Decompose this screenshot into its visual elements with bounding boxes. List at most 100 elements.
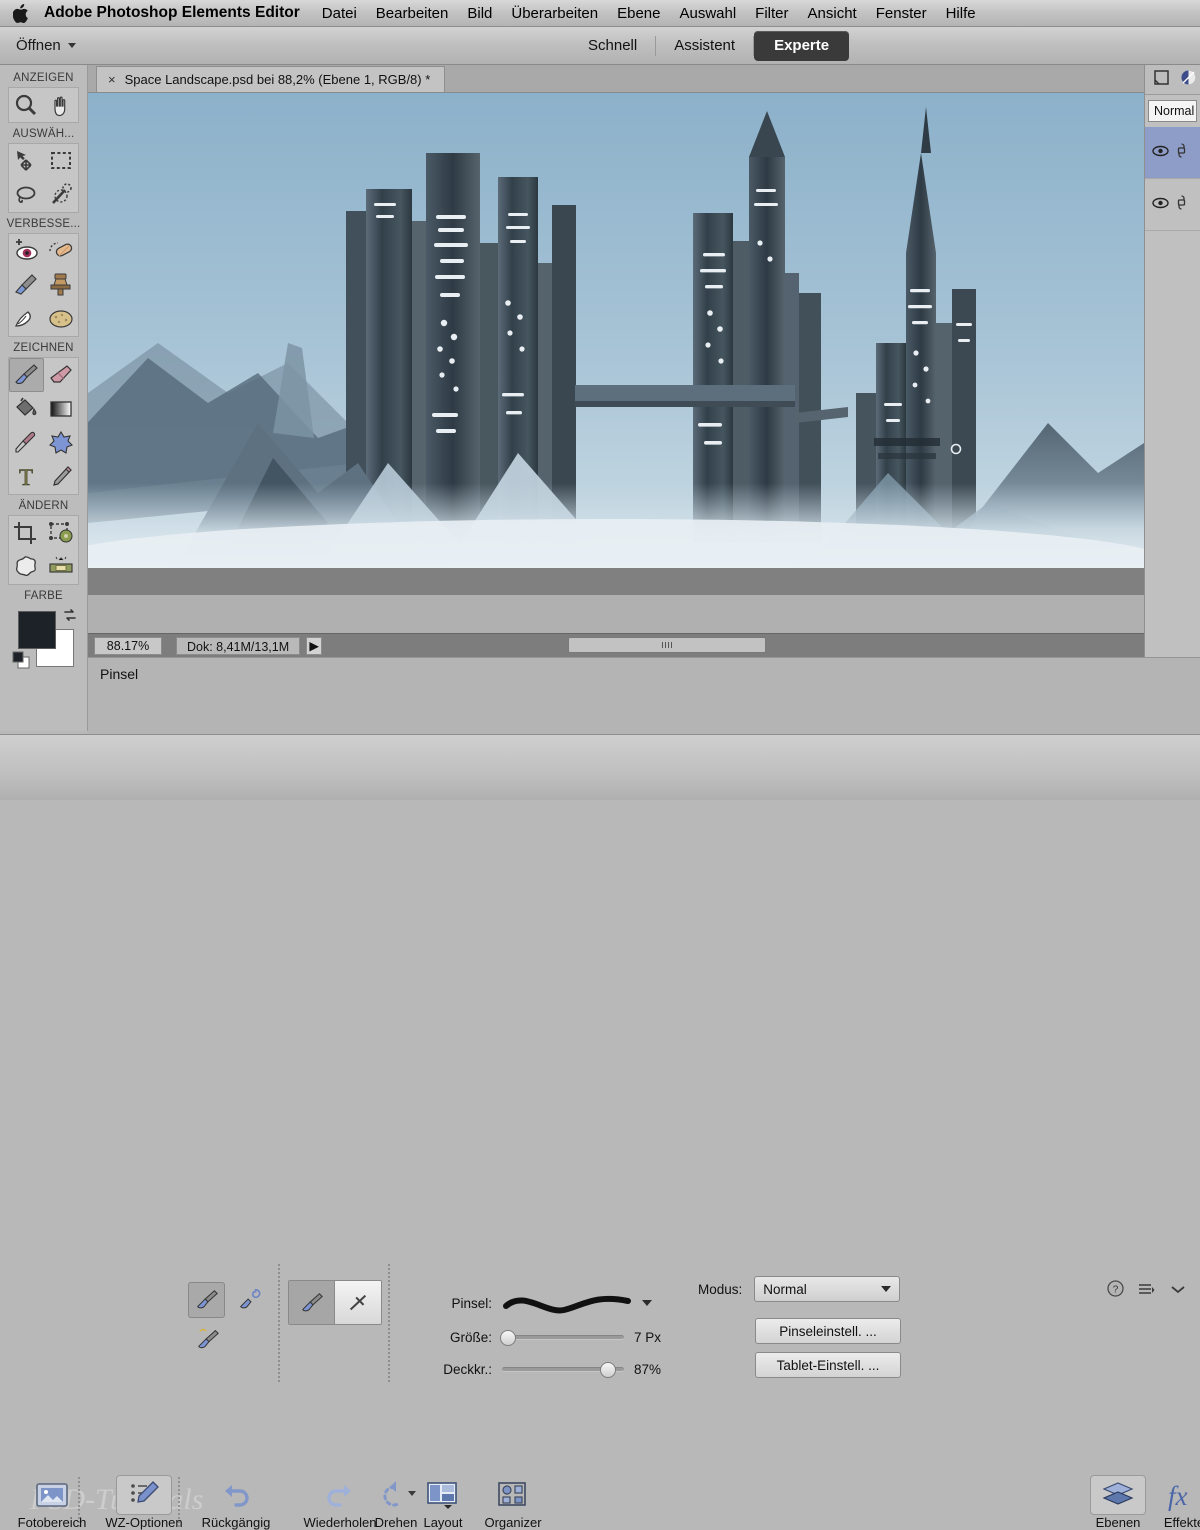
- blur-tool[interactable]: [9, 302, 44, 336]
- eyedropper-tool[interactable]: [9, 426, 44, 460]
- link-icon[interactable]: [1176, 142, 1187, 163]
- canvas-viewport[interactable]: [88, 93, 1144, 595]
- menu-auswahl[interactable]: Auswahl: [679, 5, 736, 22]
- status-expand-arrow-icon[interactable]: ▶: [306, 636, 323, 655]
- airbrush-mode-button[interactable]: [335, 1281, 381, 1324]
- taskbar-item-rueckgaengig[interactable]: Rückgängig: [186, 1475, 286, 1530]
- menu-ebene[interactable]: Ebene: [617, 5, 660, 22]
- taskbar-label: Effekte: [1163, 1515, 1200, 1530]
- close-icon[interactable]: ×: [108, 73, 116, 86]
- layer-row[interactable]: [1145, 179, 1200, 231]
- tab-experte[interactable]: Experte: [754, 31, 850, 61]
- eye-icon[interactable]: [1152, 196, 1169, 214]
- taskbar-item-organizer[interactable]: Organizer: [474, 1475, 552, 1530]
- recompose-tool[interactable]: [44, 516, 79, 550]
- default-colors-icon[interactable]: [12, 651, 32, 671]
- taskbar-label: Layout: [423, 1515, 463, 1530]
- menu-datei[interactable]: Datei: [322, 5, 357, 22]
- gradient-tool[interactable]: [44, 392, 79, 426]
- brush-stroke-preview[interactable]: [502, 1290, 632, 1316]
- zoom-tool[interactable]: [9, 88, 44, 122]
- open-button[interactable]: Öffnen: [16, 37, 76, 54]
- apple-logo-icon[interactable]: [12, 3, 30, 23]
- document-area: × Space Landscape.psd bei 88,2% (Ebene 1…: [88, 65, 1144, 595]
- opacity-slider[interactable]: [502, 1362, 624, 1378]
- brush-size-row: Größe: 7 Px: [414, 1330, 680, 1346]
- taskbar-item-wz-optionen[interactable]: WZ-Optionen: [96, 1475, 192, 1530]
- menu-filter[interactable]: Filter: [755, 5, 788, 22]
- size-slider[interactable]: [500, 1330, 624, 1346]
- taskbar-item-layout[interactable]: Layout: [412, 1475, 474, 1530]
- horizontal-scrollbar[interactable]: [568, 637, 766, 653]
- panel-menu-icon[interactable]: [1138, 1282, 1156, 1301]
- pencil-tool[interactable]: [44, 460, 79, 494]
- taskbar-label: Rückgängig: [201, 1515, 271, 1530]
- toolbox-group-verbessern: [8, 233, 79, 337]
- eraser-tool[interactable]: [44, 358, 79, 392]
- opacity-slider-knob[interactable]: [600, 1362, 616, 1378]
- hand-tool[interactable]: [44, 88, 79, 122]
- magic-wand-tool[interactable]: [44, 178, 79, 212]
- smart-brush-tool[interactable]: [9, 268, 44, 302]
- document-tab-title: Space Landscape.psd bei 88,2% (Ebene 1, …: [124, 72, 431, 87]
- swap-colors-icon[interactable]: [62, 607, 78, 628]
- brush-label: Pinsel:: [451, 1295, 492, 1311]
- space-landscape-artwork: [88, 93, 1144, 568]
- taskbar-item-ebenen[interactable]: Ebenen: [1085, 1475, 1151, 1530]
- help-icon[interactable]: ?: [1107, 1280, 1124, 1302]
- zoom-level-field[interactable]: 88.17%: [94, 636, 162, 655]
- link-icon[interactable]: [1176, 194, 1187, 215]
- collapse-chevron-down-icon[interactable]: [1170, 1282, 1186, 1300]
- menu-hilfe[interactable]: Hilfe: [946, 5, 976, 22]
- custom-shape-tool[interactable]: [44, 426, 79, 460]
- image-canvas[interactable]: [88, 93, 1144, 568]
- menu-ueberarbeiten[interactable]: Überarbeiten: [511, 5, 598, 22]
- impressionist-brush-option[interactable]: [231, 1282, 268, 1318]
- brush-picker-chevron-down-icon[interactable]: [642, 1300, 652, 1306]
- type-tool[interactable]: T: [9, 460, 44, 494]
- document-tab[interactable]: × Space Landscape.psd bei 88,2% (Ebene 1…: [96, 66, 446, 92]
- crop-tool[interactable]: [9, 516, 44, 550]
- spot-healing-brush-tool[interactable]: [44, 234, 79, 268]
- menu-ansicht[interactable]: Ansicht: [808, 5, 857, 22]
- foreground-color-swatch[interactable]: [17, 611, 56, 649]
- toolbox-section-label-aendern: ÄNDERN: [18, 500, 69, 512]
- menu-bild[interactable]: Bild: [467, 5, 492, 22]
- clone-stamp-tool[interactable]: [44, 268, 79, 302]
- eye-icon[interactable]: [1152, 144, 1169, 162]
- tab-assistent[interactable]: Assistent: [656, 27, 753, 65]
- tablet-settings-button[interactable]: Tablet-Einstell. ...: [755, 1352, 901, 1378]
- brush-mode-button[interactable]: [289, 1281, 335, 1324]
- move-tool[interactable]: [9, 144, 44, 178]
- open-button-label: Öffnen: [16, 37, 61, 54]
- straighten-tool[interactable]: [44, 550, 79, 584]
- red-eye-removal-tool[interactable]: [9, 234, 44, 268]
- lasso-tool[interactable]: [9, 178, 44, 212]
- mode-row: Modus: Normal: [698, 1276, 901, 1302]
- tab-schnell[interactable]: Schnell: [570, 27, 655, 65]
- menu-bearbeiten[interactable]: Bearbeiten: [376, 5, 449, 22]
- new-layer-icon[interactable]: [1153, 69, 1170, 91]
- mac-menu-bar: Adobe Photoshop Elements Editor Datei Be…: [0, 0, 1200, 27]
- color-replacement-brush-option[interactable]: [188, 1320, 228, 1356]
- adjustment-layer-icon[interactable]: [1180, 69, 1197, 91]
- rectangular-marquee-tool[interactable]: [44, 144, 79, 178]
- brush-tool[interactable]: [9, 358, 44, 392]
- taskbar-item-fotobereich[interactable]: Fotobereich: [6, 1475, 98, 1530]
- brush-tool-option[interactable]: [188, 1282, 226, 1318]
- blend-mode-select[interactable]: Normal: [1148, 100, 1197, 122]
- document-tab-bar: × Space Landscape.psd bei 88,2% (Ebene 1…: [88, 65, 1144, 93]
- cookie-cutter-tool[interactable]: [9, 550, 44, 584]
- scrollbar-grip-icon: [662, 642, 672, 648]
- brush-settings-button[interactable]: Pinseleinstell. ...: [755, 1318, 901, 1344]
- layers-panel: Normal: [1144, 65, 1200, 657]
- svg-text:?: ?: [1113, 1285, 1119, 1296]
- paint-bucket-tool[interactable]: [9, 392, 44, 426]
- taskbar-label: WZ-Optionen: [105, 1515, 183, 1530]
- menu-fenster[interactable]: Fenster: [876, 5, 927, 22]
- sponge-tool[interactable]: [44, 302, 79, 336]
- mode-select[interactable]: Normal: [754, 1276, 901, 1302]
- layer-row[interactable]: [1145, 127, 1200, 179]
- taskbar-item-effekte[interactable]: fx Effekte: [1156, 1475, 1200, 1530]
- size-slider-knob[interactable]: [500, 1330, 516, 1346]
